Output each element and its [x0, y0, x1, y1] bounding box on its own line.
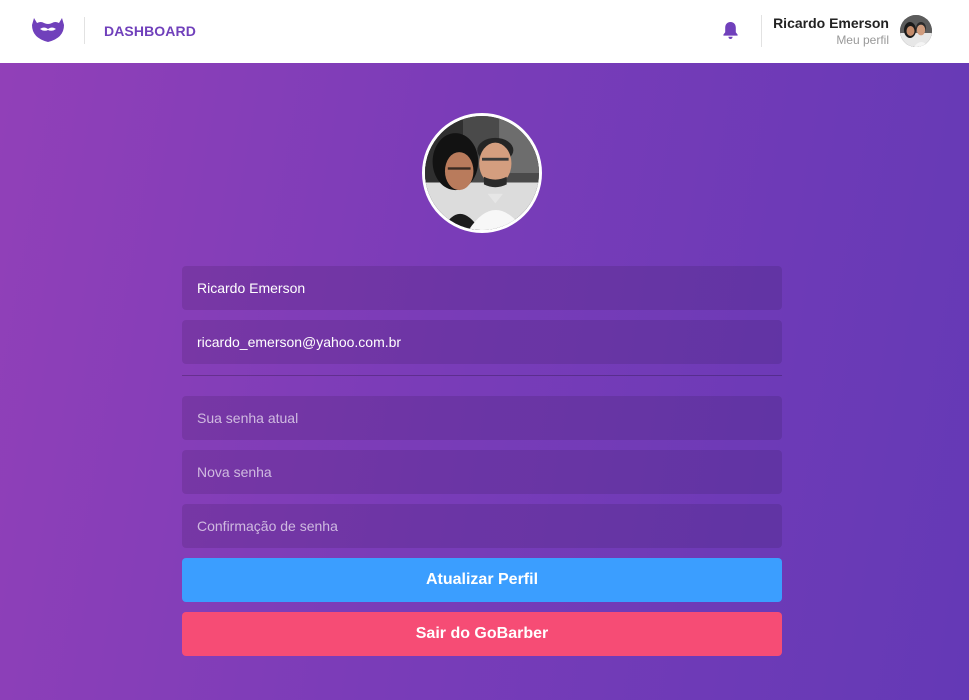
- email-input[interactable]: [182, 320, 782, 364]
- header-divider: [84, 17, 85, 44]
- confirm-password-input[interactable]: [182, 504, 782, 548]
- my-profile-link[interactable]: Meu perfil: [773, 33, 889, 48]
- nav-dashboard-link[interactable]: DASHBOARD: [104, 23, 196, 39]
- mustache-logo-icon[interactable]: [31, 16, 65, 44]
- profile-info: Ricardo Emerson Meu perfil: [773, 15, 889, 48]
- update-profile-button[interactable]: Atualizar Perfil: [182, 558, 782, 602]
- avatar[interactable]: [900, 15, 932, 47]
- new-password-input[interactable]: [182, 450, 782, 494]
- profile-avatar[interactable]: [422, 113, 542, 233]
- profile-form: Atualizar Perfil Sair do GoBarber: [182, 266, 782, 656]
- header-divider: [761, 15, 762, 47]
- old-password-input[interactable]: [182, 396, 782, 440]
- profile-name: Ricardo Emerson: [773, 15, 889, 31]
- logout-button[interactable]: Sair do GoBarber: [182, 612, 782, 656]
- name-input[interactable]: [182, 266, 782, 310]
- form-divider: [182, 375, 782, 376]
- top-header: DASHBOARD Ricardo Emerson Meu perfil: [0, 0, 969, 63]
- bell-icon[interactable]: [722, 21, 739, 40]
